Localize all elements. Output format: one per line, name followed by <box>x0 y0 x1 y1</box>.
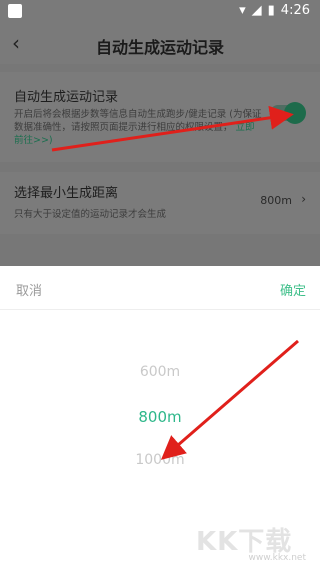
battery-icon: ▮ <box>267 3 275 18</box>
notification-icon <box>8 4 22 18</box>
picker-option[interactable]: 1000m <box>0 452 320 468</box>
cancel-button[interactable]: 取消 <box>16 280 42 299</box>
picker-header: 取消 确定 <box>0 266 320 310</box>
picker-option-selected[interactable]: 800m <box>0 408 320 426</box>
confirm-button[interactable]: 确定 <box>280 280 306 299</box>
auto-record-setting: 自动生成运动记录 开启后将会根据步数等信息自动生成跑步/健走记录 (为保证数据准… <box>0 72 320 162</box>
page-title: 自动生成运动记录 <box>95 38 224 57</box>
toggle-knob <box>284 102 306 124</box>
chevron-right-icon: › <box>301 192 306 206</box>
status-icons: ▾ ◢ ▮ 4:26 <box>239 3 310 18</box>
watermark-logo: KK下载 www.kkx.net <box>196 515 312 563</box>
min-distance-setting[interactable]: 选择最小生成距离 只有大于设定值的运动记录才会生成 800m › <box>0 172 320 234</box>
wifi-icon: ▾ <box>239 3 246 18</box>
app-header: ‹ 自动生成运动记录 <box>0 24 320 64</box>
min-distance-desc: 只有大于设定值的运动记录才会生成 <box>14 209 167 220</box>
watermark-url: www.kkx.net <box>248 553 307 563</box>
min-distance-value: 800m <box>260 194 292 207</box>
min-distance-title: 选择最小生成距离 <box>14 186 119 201</box>
status-time: 4:26 <box>280 3 310 18</box>
auto-record-title: 自动生成运动记录 <box>14 90 119 105</box>
signal-icon: ◢ <box>251 3 262 18</box>
distance-picker-sheet: 取消 确定 600m 800m 1000m KK下载 www.kkx.net <box>0 266 320 569</box>
auto-record-desc-line1: 开启后将会根据步数等信息自动生成跑步/健走记录 <box>14 109 227 120</box>
auto-record-desc: 开启后将会根据步数等信息自动生成跑步/健走记录 (为保证数据准确性，请按照页面提… <box>14 108 264 147</box>
status-bar: ▾ ◢ ▮ 4:26 <box>0 0 320 24</box>
auto-record-toggle[interactable] <box>270 102 306 124</box>
picker-option[interactable]: 600m <box>0 364 320 380</box>
